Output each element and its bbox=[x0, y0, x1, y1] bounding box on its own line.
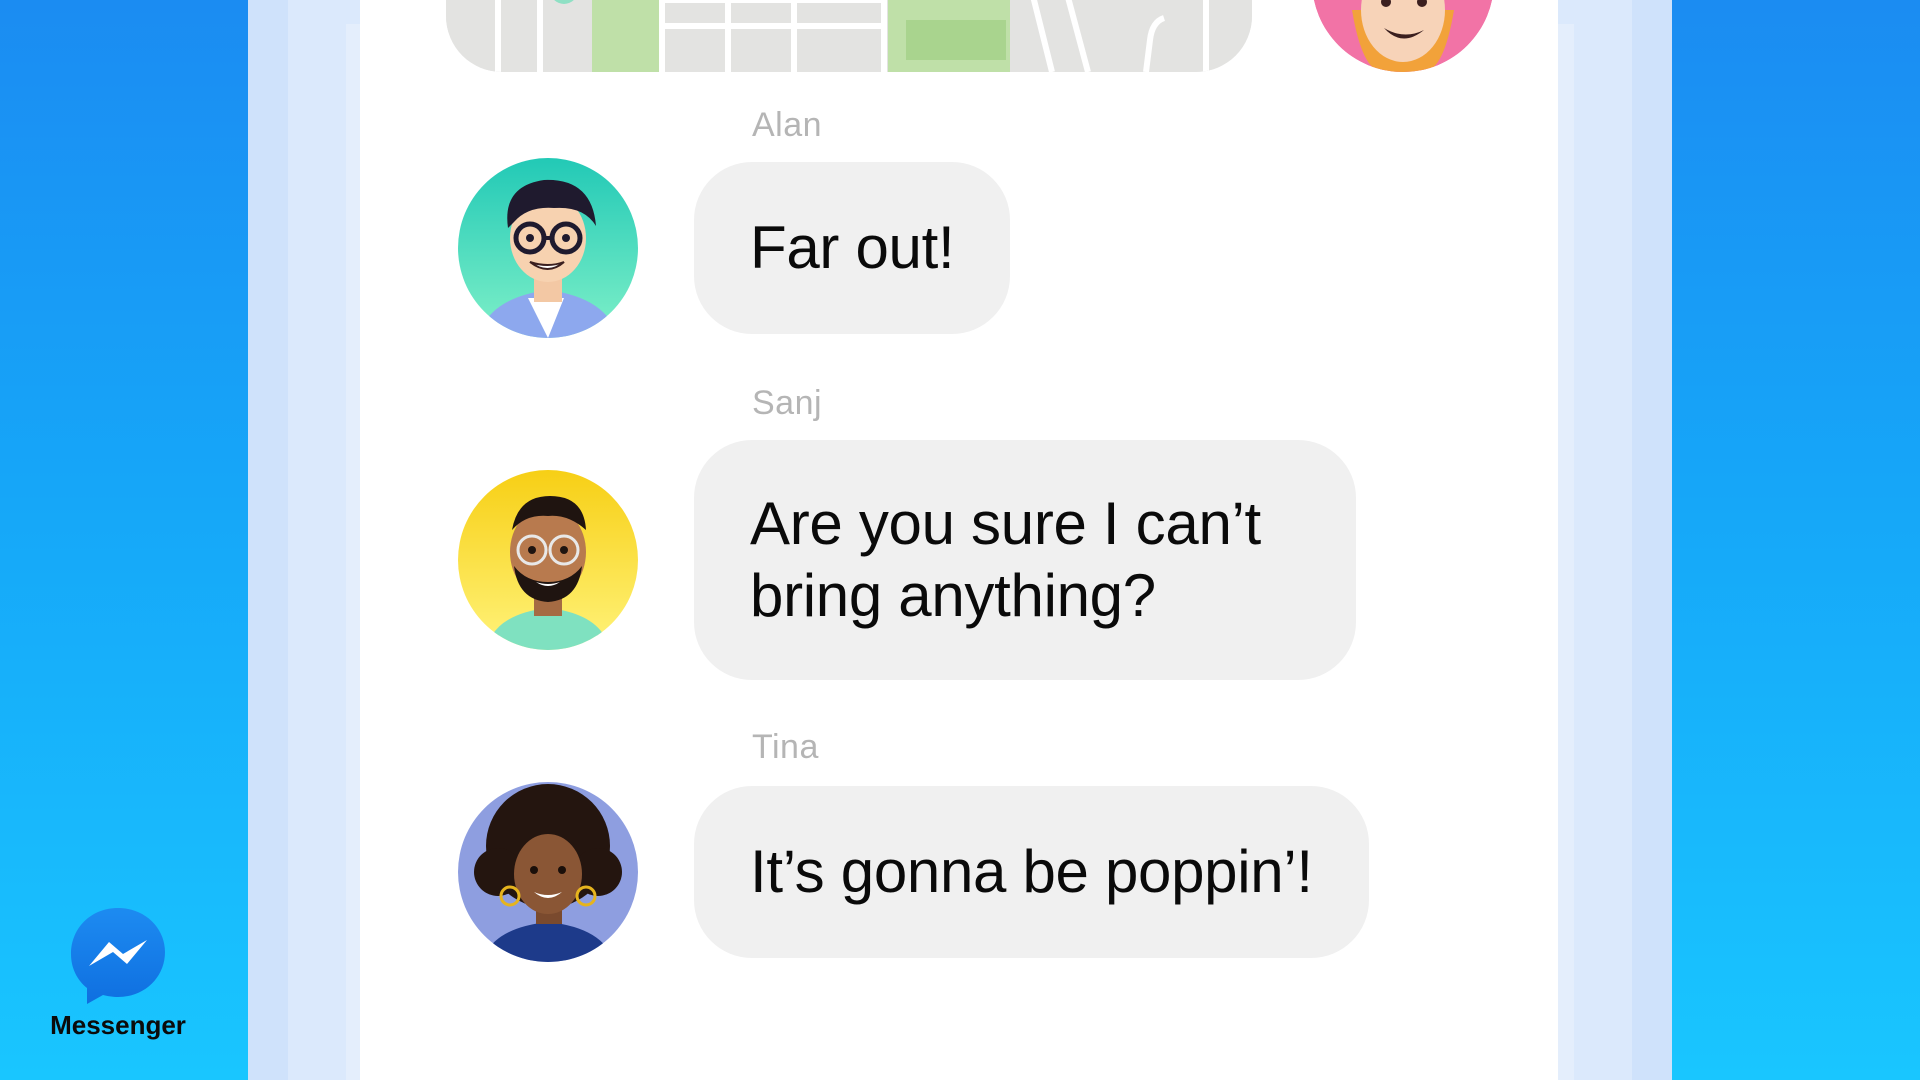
messenger-logo: Messenger bbox=[50, 906, 186, 1041]
message-text-tina: It’s gonna be poppin’! bbox=[750, 838, 1313, 905]
sender-name-alan: Alan bbox=[752, 106, 823, 144]
chat-screen: Alan Far out! Sanj Are you sure I can’t … bbox=[360, 0, 1558, 1080]
map-icon bbox=[446, 0, 1252, 72]
location-map-message[interactable] bbox=[446, 0, 1252, 72]
avatar-pink-icon[interactable] bbox=[1312, 0, 1494, 72]
avatar-tina-icon[interactable] bbox=[458, 782, 638, 962]
messenger-bolt-icon bbox=[71, 908, 165, 1004]
sender-name-tina: Tina bbox=[752, 728, 819, 766]
avatar-sanj-icon[interactable] bbox=[458, 470, 638, 650]
message-bubble-tina[interactable]: It’s gonna be poppin’! bbox=[694, 786, 1369, 958]
avatar-alan-icon[interactable] bbox=[458, 158, 638, 338]
message-bubble-sanj[interactable]: Are you sure I can’t bring anything? bbox=[694, 440, 1356, 680]
message-bubble-alan[interactable]: Far out! bbox=[694, 162, 1011, 334]
sender-name-sanj: Sanj bbox=[752, 384, 823, 422]
messenger-wordmark: Messenger bbox=[50, 1010, 186, 1040]
message-text-sanj: Are you sure I can’t bring anything? bbox=[750, 490, 1261, 629]
message-text-alan: Far out! bbox=[750, 214, 955, 281]
